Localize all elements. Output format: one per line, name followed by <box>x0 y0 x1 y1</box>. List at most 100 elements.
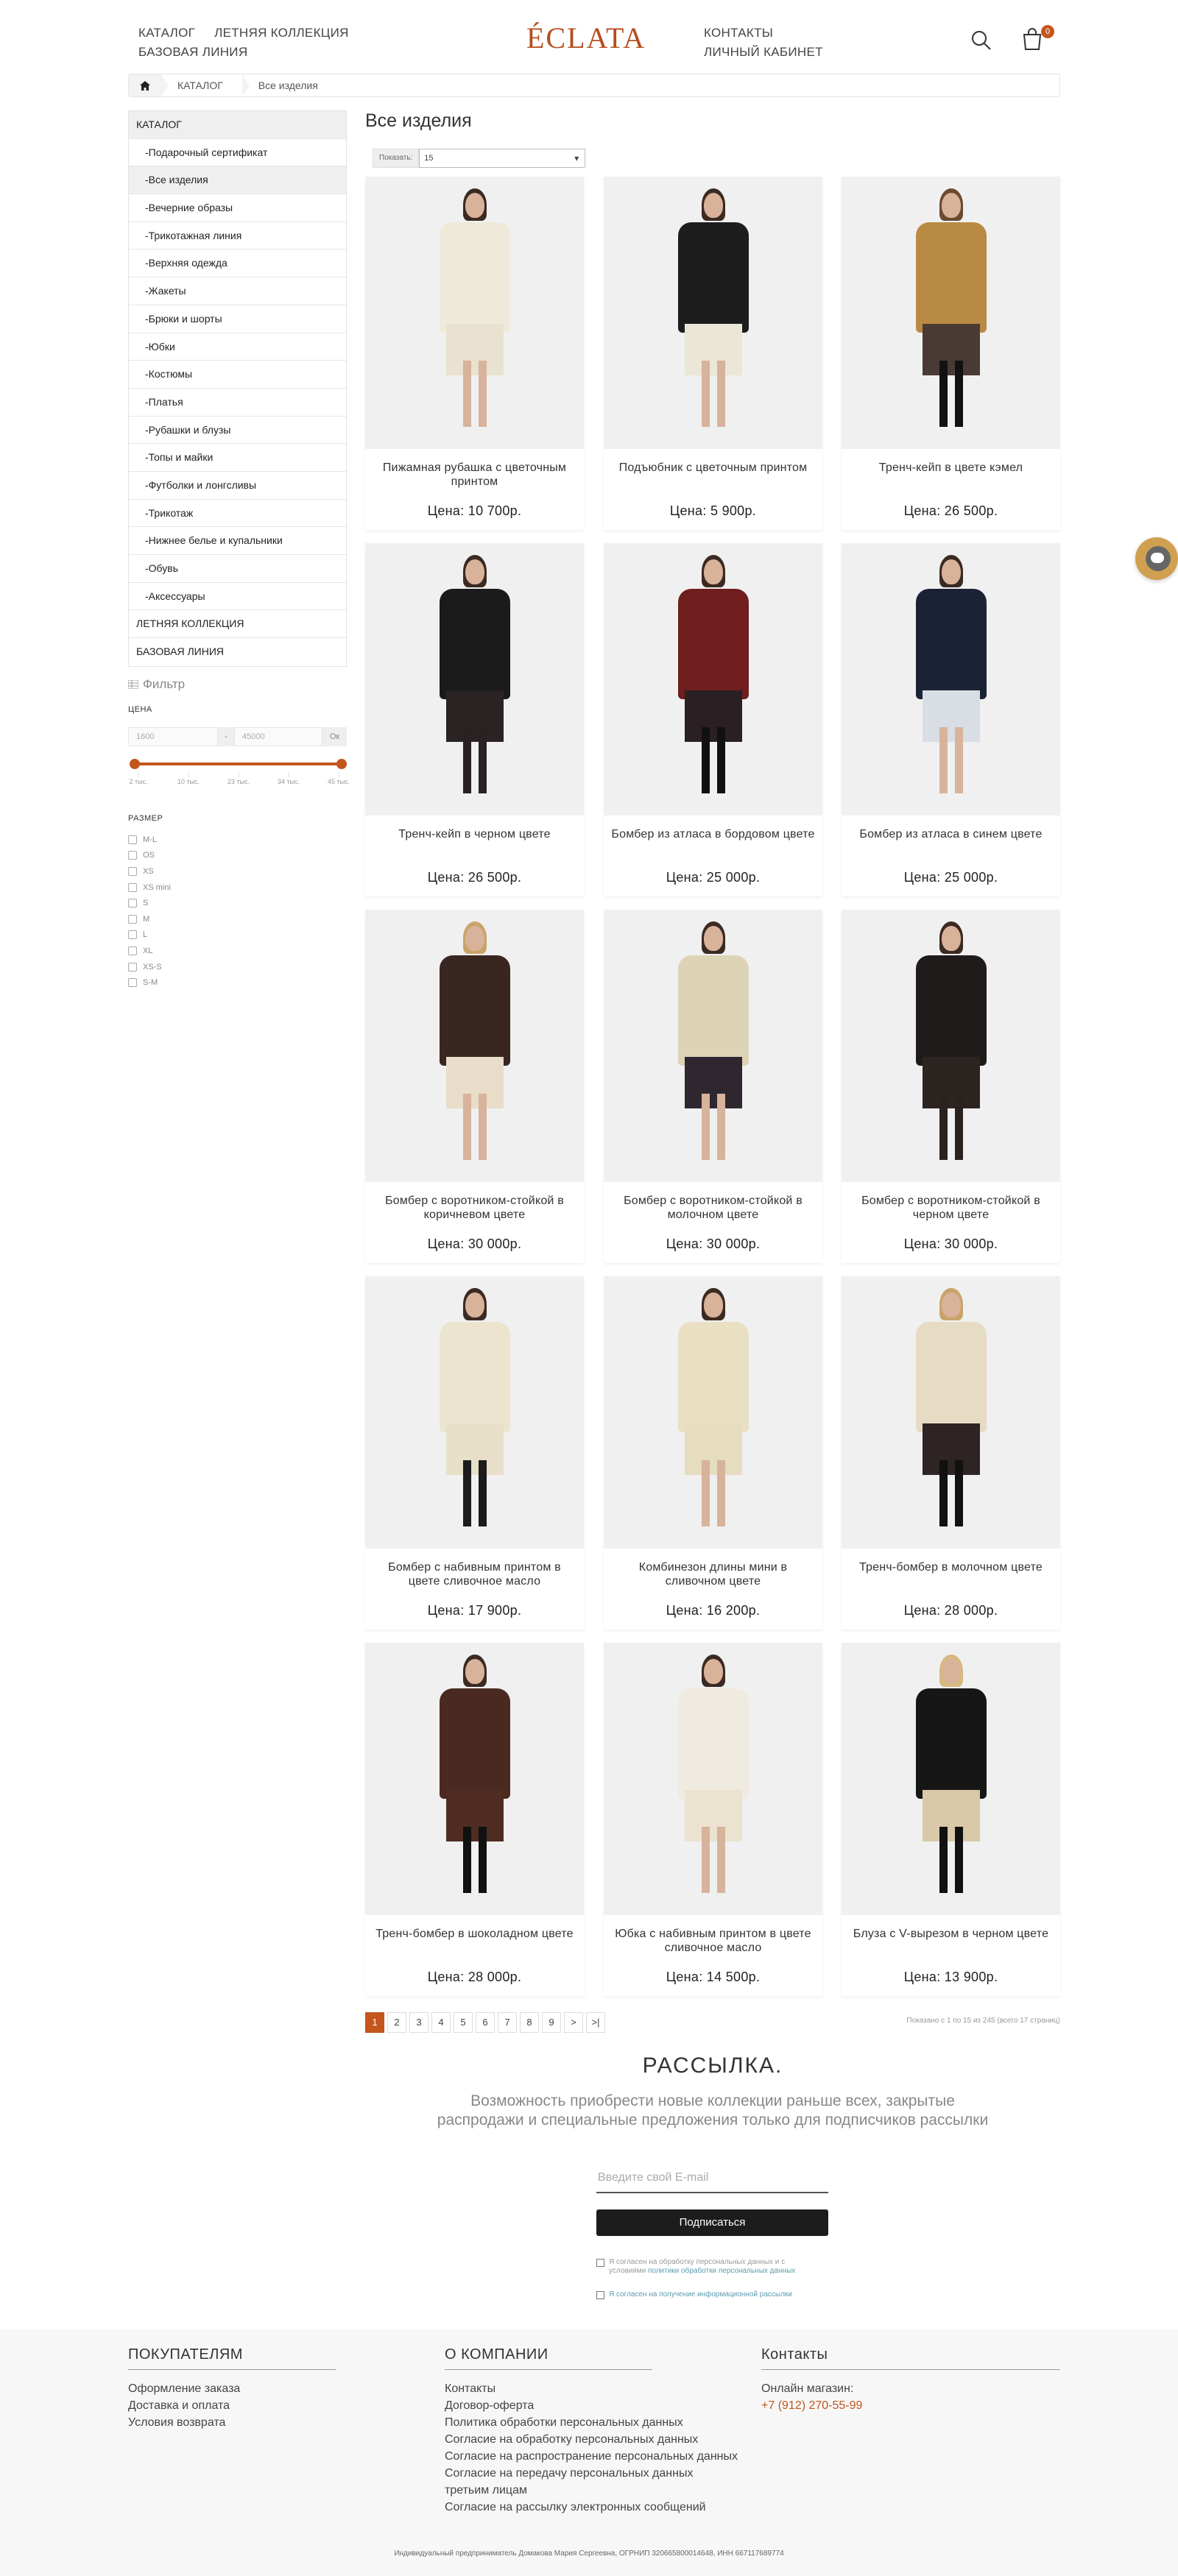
product-image[interactable] <box>842 1643 1060 1915</box>
product-name[interactable]: Юбка с набивным принтом в цвете сливочно… <box>611 1927 815 1955</box>
sidebar-category-item[interactable]: -Вечерние образы <box>129 194 346 222</box>
size-checkbox[interactable] <box>128 962 137 972</box>
nav-account-link[interactable]: ЛИЧНЫЙ КАБИНЕТ <box>704 43 823 62</box>
product-name[interactable]: Бомбер с воротником-стойкой в молочном ц… <box>611 1194 815 1222</box>
product-name[interactable]: Бомбер из атласа в бордовом цвете <box>611 827 815 841</box>
size-checkbox[interactable] <box>128 978 137 988</box>
product-image[interactable] <box>842 1276 1060 1549</box>
size-checkbox[interactable] <box>128 882 137 892</box>
page-link[interactable]: > <box>564 2012 583 2033</box>
product-image[interactable] <box>365 1276 584 1549</box>
sidebar-category-item[interactable]: -Верхняя одежда <box>129 250 346 278</box>
size-option[interactable]: L <box>128 927 171 944</box>
product-card[interactable]: Блуза с V-вырезом в черном цвете Цена: 13… <box>842 1643 1060 1996</box>
product-name[interactable]: Тренч-бомбер в шоколадном цвете <box>373 1927 576 1941</box>
sidebar-category-item[interactable]: -Брюки и шорты <box>129 305 346 333</box>
page-link[interactable]: 6 <box>476 2012 495 2033</box>
product-image[interactable] <box>842 910 1060 1182</box>
product-image[interactable] <box>365 910 584 1182</box>
size-checkbox[interactable] <box>128 851 137 860</box>
page-link[interactable]: 8 <box>520 2012 539 2033</box>
search-icon[interactable] <box>970 29 992 52</box>
newsletter-email-input[interactable]: Введите свой E-mail <box>596 2168 828 2193</box>
product-card[interactable]: Бомбер из атласа в бордовом цвете Цена: 2… <box>604 543 822 896</box>
product-name[interactable]: Бомбер с набивным принтом в цвете сливоч… <box>373 1560 576 1588</box>
product-name[interactable]: Блуза с V-вырезом в черном цвете <box>849 1927 1053 1941</box>
nav-catalog-link[interactable]: КАТАЛОГ <box>138 24 195 43</box>
product-name[interactable]: Подъюбник с цветочным принтом <box>611 461 815 475</box>
size-option[interactable]: XS-S <box>128 959 171 975</box>
price-to-input[interactable]: 45000 <box>234 727 322 746</box>
size-option[interactable]: OS <box>128 848 171 864</box>
product-card[interactable]: Тренч-кейп в черном цвете Цена: 26 500р. <box>365 543 584 896</box>
page-link[interactable]: 7 <box>498 2012 517 2033</box>
product-card[interactable]: Тренч-кейп в цвете кэмел Цена: 26 500р. <box>842 177 1060 530</box>
nav-basic-line-link[interactable]: БАЗОВАЯ ЛИНИЯ <box>138 43 247 62</box>
footer-link[interactable]: Политика обработки персональных данных <box>445 2414 739 2431</box>
sidebar-category-item[interactable]: -Костюмы <box>129 361 346 389</box>
sidebar-category-item[interactable]: -Жакеты <box>129 277 346 305</box>
price-from-input[interactable]: 1600 <box>128 727 218 746</box>
page-link[interactable]: 1 <box>365 2012 384 2033</box>
footer-link[interactable]: Доставка и оплата <box>128 2397 336 2414</box>
product-card[interactable]: Юбка с набивным принтом в цвете сливочно… <box>604 1643 822 1996</box>
page-link[interactable]: 4 <box>431 2012 451 2033</box>
size-option[interactable]: S <box>128 895 171 911</box>
product-card[interactable]: Бомбер с воротником-стойкой в молочном ц… <box>604 910 822 1263</box>
product-image[interactable] <box>365 1643 584 1915</box>
footer-link[interactable]: Согласие на передачу персональных данных… <box>445 2465 739 2499</box>
size-option[interactable]: XS <box>128 863 171 880</box>
nav-summer-collection-link[interactable]: ЛЕТНЯЯ КОЛЛЕКЦИЯ <box>214 24 349 43</box>
sidebar-category-item[interactable]: -Платья <box>129 388 346 417</box>
sidebar-category-item[interactable]: -Все изделия <box>129 166 346 195</box>
product-card[interactable]: Пижамная рубашка с цветочным принтом Цена… <box>365 177 584 530</box>
product-card[interactable]: Бомбер с воротником-стойкой в коричневом… <box>365 910 584 1263</box>
product-image[interactable] <box>365 177 584 449</box>
footer-phone-link[interactable]: +7 (912) 270-55-99 <box>761 2397 1060 2414</box>
page-link[interactable]: 2 <box>387 2012 406 2033</box>
price-slider-min-handle[interactable] <box>130 759 140 769</box>
size-checkbox[interactable] <box>128 930 137 940</box>
footer-link[interactable]: Контакты <box>445 2380 739 2397</box>
consent-personal-data-checkbox[interactable] <box>596 2259 604 2267</box>
product-card[interactable]: Бомбер с воротником-стойкой в черном цве… <box>842 910 1060 1263</box>
size-option[interactable]: XL <box>128 943 171 959</box>
footer-link[interactable]: Оформление заказа <box>128 2380 336 2397</box>
product-name[interactable]: Пижамная рубашка с цветочным принтом <box>373 461 576 489</box>
sidebar-category-item[interactable]: -Трикотажная линия <box>129 222 346 250</box>
product-card[interactable]: Подъюбник с цветочным принтом Цена: 5 900… <box>604 177 822 530</box>
footer-link[interactable]: Условия возврата <box>128 2414 336 2431</box>
product-name[interactable]: Бомбер из атласа в синем цвете <box>849 827 1053 841</box>
size-option[interactable]: XS mini <box>128 880 171 896</box>
product-card[interactable]: Комбинезон длины мини в сливочном цвете Ц… <box>604 1276 822 1630</box>
size-checkbox[interactable] <box>128 899 137 908</box>
logo[interactable]: ÉCLATA <box>526 21 646 55</box>
sidebar-category-item[interactable]: -Подарочный сертификат <box>129 138 346 167</box>
sidebar-category-item[interactable]: -Нижнее белье и купальники <box>129 527 346 555</box>
product-name[interactable]: Тренч-бомбер в молочном цвете <box>849 1560 1053 1574</box>
price-slider-max-handle[interactable] <box>336 759 347 769</box>
price-slider-track[interactable] <box>134 762 342 765</box>
size-checkbox[interactable] <box>128 866 137 876</box>
page-link[interactable]: >| <box>586 2012 605 2033</box>
show-per-page-select[interactable]: 15 <box>419 149 586 168</box>
sidebar-category-item[interactable]: -Юбки <box>129 333 346 361</box>
product-image[interactable] <box>842 177 1060 449</box>
product-card[interactable]: Бомбер с набивным принтом в цвете сливоч… <box>365 1276 584 1630</box>
size-checkbox[interactable] <box>128 914 137 924</box>
product-name[interactable]: Бомбер с воротником-стойкой в черном цве… <box>849 1194 1053 1222</box>
size-option[interactable]: M-L <box>128 832 171 848</box>
product-name[interactable]: Комбинезон длины мини в сливочном цвете <box>611 1560 815 1588</box>
breadcrumb-catalog[interactable]: КАТАЛОГ <box>161 74 242 96</box>
footer-link[interactable]: Договор-оферта <box>445 2397 739 2414</box>
sidebar-category-item[interactable]: БАЗОВАЯ ЛИНИЯ <box>129 638 346 666</box>
home-icon[interactable] <box>129 74 161 96</box>
subscribe-button[interactable]: Подписаться <box>596 2209 828 2236</box>
product-image[interactable] <box>604 1643 822 1915</box>
product-card[interactable]: Тренч-бомбер в молочном цвете Цена: 28 00… <box>842 1276 1060 1630</box>
size-checkbox[interactable] <box>128 946 137 955</box>
product-image[interactable] <box>365 543 584 815</box>
product-name[interactable]: Тренч-кейп в черном цвете <box>373 827 576 841</box>
product-name[interactable]: Тренч-кейп в цвете кэмел <box>849 461 1053 475</box>
sidebar-category-item[interactable]: ЛЕТНЯЯ КОЛЛЕКЦИЯ <box>129 610 346 639</box>
